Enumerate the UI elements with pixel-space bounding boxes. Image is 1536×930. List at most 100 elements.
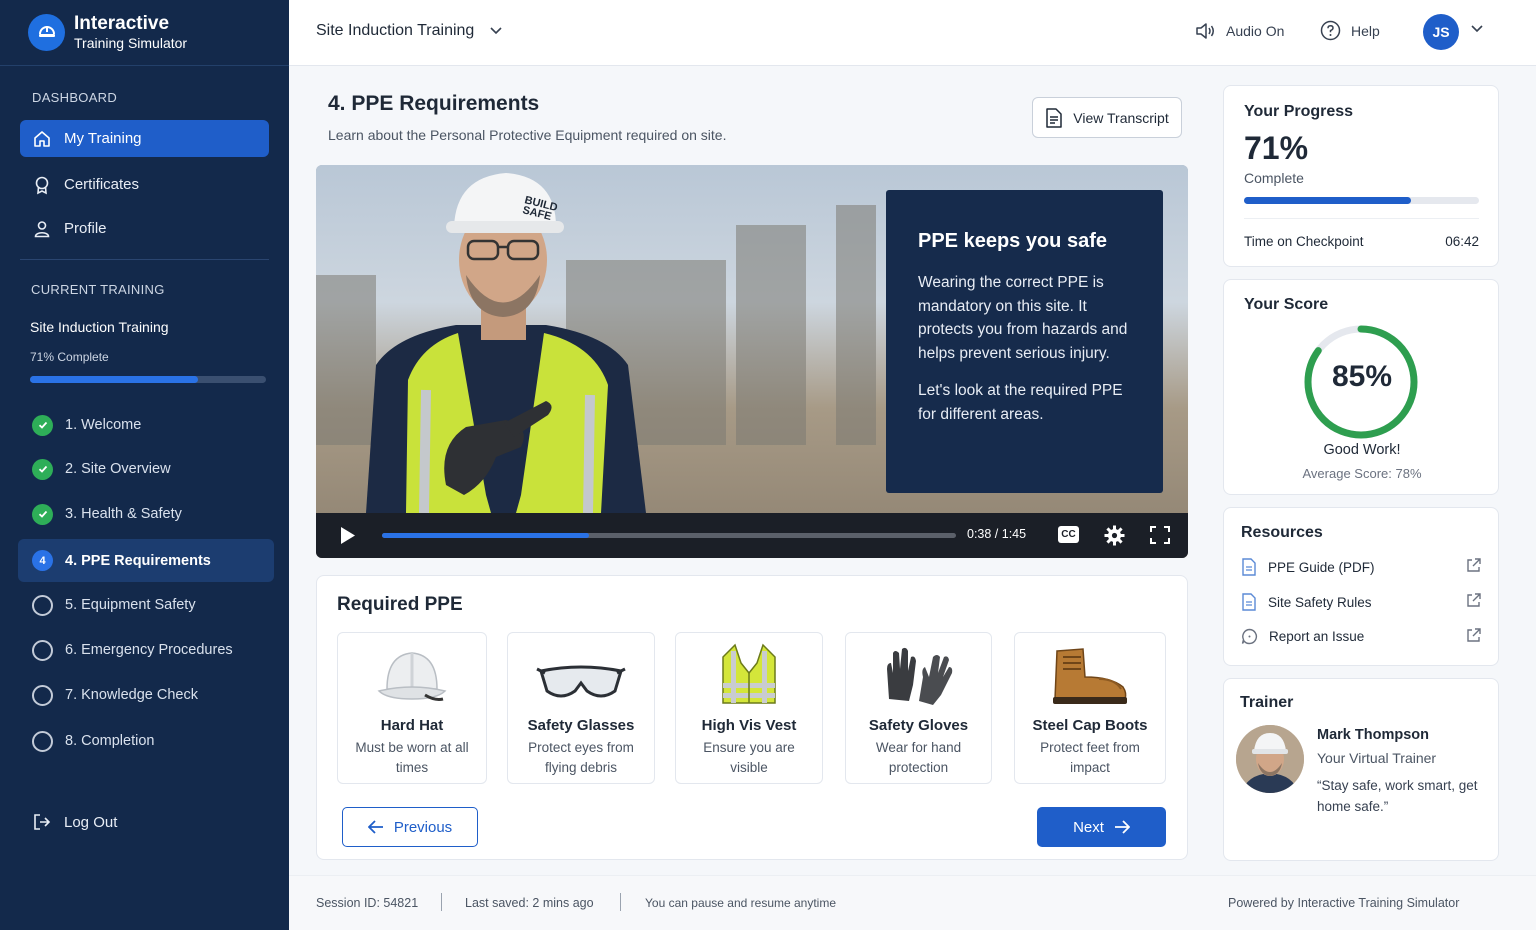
video-player[interactable]: BUILD SAFE PPE keeps you safe Wearing th… bbox=[316, 165, 1188, 558]
step-label: 4. PPE Requirements bbox=[65, 552, 211, 569]
view-transcript-button[interactable]: View Transcript bbox=[1032, 97, 1182, 138]
help-button[interactable]: Help bbox=[1320, 20, 1380, 41]
fullscreen-icon[interactable] bbox=[1150, 526, 1170, 544]
boots-icon bbox=[1053, 648, 1127, 704]
page-title: 4. PPE Requirements bbox=[328, 92, 540, 115]
training-selector[interactable]: Site Induction Training bbox=[316, 22, 502, 40]
nav-label: My Training bbox=[64, 130, 142, 147]
step-label: 1. Welcome bbox=[65, 417, 142, 433]
check-icon bbox=[32, 503, 53, 525]
previous-button[interactable]: Previous bbox=[342, 807, 478, 847]
next-button[interactable]: Next bbox=[1037, 807, 1166, 847]
step-health-safety[interactable]: 3. Health & Safety bbox=[18, 493, 274, 535]
audio-toggle[interactable]: Audio On bbox=[1194, 20, 1284, 42]
progress-card: Your Progress 71% Complete Time on Check… bbox=[1223, 85, 1499, 267]
check-icon bbox=[32, 458, 53, 480]
background-structure bbox=[736, 225, 806, 445]
caption-text: Wearing the correct PPE is mandatory on … bbox=[918, 274, 1128, 362]
ppe-desc: Must be worn at all times bbox=[355, 740, 469, 775]
high-vis-vest-icon bbox=[722, 643, 776, 704]
certificate-icon bbox=[35, 176, 49, 194]
seek-fill bbox=[382, 533, 589, 538]
nav-label: Profile bbox=[64, 220, 107, 237]
trainer-name: Mark Thompson bbox=[1317, 727, 1429, 743]
step-completion[interactable]: 8. Completion bbox=[18, 720, 274, 762]
video-seek-bar[interactable] bbox=[382, 533, 956, 538]
trainer-figure: BUILD SAFE bbox=[366, 173, 646, 513]
safety-glasses-icon bbox=[536, 665, 626, 698]
ppe-desc: Protect eyes from flying debris bbox=[528, 740, 634, 775]
arrow-left-icon bbox=[367, 820, 383, 834]
brand-subtitle: Training Simulator bbox=[74, 34, 188, 51]
empty-circle-icon bbox=[32, 730, 53, 752]
current-training-progress-bar bbox=[30, 376, 266, 383]
arrow-right-icon bbox=[1114, 820, 1130, 834]
resource-label: PPE Guide (PDF) bbox=[1268, 559, 1375, 575]
resource-label: Site Safety Rules bbox=[1268, 594, 1372, 610]
resources-title: Resources bbox=[1241, 524, 1323, 541]
progress-label: Complete bbox=[1244, 170, 1304, 186]
chevron-down-icon[interactable] bbox=[1471, 25, 1483, 33]
nav-profile[interactable]: Profile bbox=[20, 210, 269, 247]
current-training-title: Site Induction Training bbox=[30, 319, 169, 335]
required-ppe-card: Required PPE Hard Hat Must be worn at al… bbox=[316, 575, 1188, 860]
home-icon bbox=[34, 130, 50, 147]
background-structure bbox=[836, 205, 876, 445]
step-welcome[interactable]: 1. Welcome bbox=[18, 404, 274, 446]
time-label: Time on Checkpoint bbox=[1244, 234, 1364, 249]
speaker-icon bbox=[1196, 23, 1214, 39]
current-training-percent: 71% Complete bbox=[30, 350, 109, 364]
closed-captions-button[interactable]: CC bbox=[1058, 526, 1079, 543]
required-ppe-title: Required PPE bbox=[337, 594, 463, 615]
help-label: Help bbox=[1351, 22, 1380, 39]
nav-certificates[interactable]: Certificates bbox=[20, 166, 269, 203]
resource-report-issue[interactable]: Report an Issue bbox=[1241, 628, 1481, 645]
external-link-icon bbox=[1467, 558, 1481, 572]
trainer-title: Trainer bbox=[1240, 694, 1294, 711]
external-link-icon bbox=[1467, 593, 1481, 607]
empty-circle-icon bbox=[32, 594, 53, 616]
ppe-item-safety-glasses: Safety Glasses Protect eyes from flying … bbox=[507, 632, 655, 784]
resource-ppe-guide[interactable]: PPE Guide (PDF) bbox=[1241, 558, 1481, 576]
nav-my-training[interactable]: My Training bbox=[20, 120, 269, 157]
resource-site-safety-rules[interactable]: Site Safety Rules bbox=[1241, 593, 1481, 611]
progress-percent: 71% bbox=[1244, 130, 1309, 166]
ppe-name: Safety Glasses bbox=[527, 717, 635, 734]
play-icon[interactable] bbox=[340, 526, 356, 545]
caption-title: PPE keeps you safe bbox=[918, 230, 1107, 252]
step-site-overview[interactable]: 2. Site Overview bbox=[18, 448, 274, 490]
ppe-desc: Protect feet from impact bbox=[1040, 740, 1140, 775]
previous-label: Previous bbox=[393, 818, 453, 836]
divider bbox=[441, 893, 442, 911]
footer: Session ID: 54821 Last saved: 2 mins ago… bbox=[289, 875, 1536, 930]
step-equipment-safety[interactable]: 5. Equipment Safety bbox=[18, 584, 274, 626]
user-icon bbox=[34, 220, 50, 237]
step-ppe-requirements[interactable]: 4 4. PPE Requirements bbox=[18, 539, 274, 582]
page-subtitle: Learn about the Personal Protective Equi… bbox=[328, 127, 727, 143]
progress-fill bbox=[30, 376, 198, 383]
document-icon bbox=[1242, 593, 1256, 611]
external-link-icon bbox=[1467, 628, 1481, 642]
logout-button[interactable]: Log Out bbox=[32, 812, 117, 832]
ppe-name: Safety Gloves bbox=[868, 717, 969, 734]
step-knowledge-check[interactable]: 7. Knowledge Check bbox=[18, 674, 274, 716]
divider bbox=[20, 259, 269, 260]
time-value: 06:42 bbox=[1445, 234, 1479, 249]
resource-label: Report an Issue bbox=[1269, 629, 1365, 644]
ppe-item-safety-gloves: Safety Gloves Wear for hand protection bbox=[845, 632, 992, 784]
pause-note: You can pause and resume anytime bbox=[645, 896, 837, 910]
gear-icon[interactable] bbox=[1104, 525, 1125, 546]
document-icon bbox=[1242, 558, 1256, 576]
ppe-name: Hard Hat bbox=[380, 717, 444, 734]
user-avatar[interactable]: JS bbox=[1423, 14, 1459, 50]
ppe-desc: Ensure you are visible bbox=[703, 740, 795, 775]
step-number-badge: 4 bbox=[32, 550, 53, 571]
last-saved: Last saved: 2 mins ago bbox=[465, 896, 594, 910]
training-selector-label: Site Induction Training bbox=[316, 22, 475, 39]
brand-title: Interactive bbox=[74, 12, 170, 34]
session-id: Session ID: 54821 bbox=[316, 896, 419, 910]
step-emergency-procedures[interactable]: 6. Emergency Procedures bbox=[18, 629, 274, 671]
step-label: 3. Health & Safety bbox=[65, 506, 182, 522]
trainer-card: Trainer Mark Thompson Your Virtual Train… bbox=[1223, 678, 1499, 861]
step-label: 7. Knowledge Check bbox=[65, 687, 198, 703]
